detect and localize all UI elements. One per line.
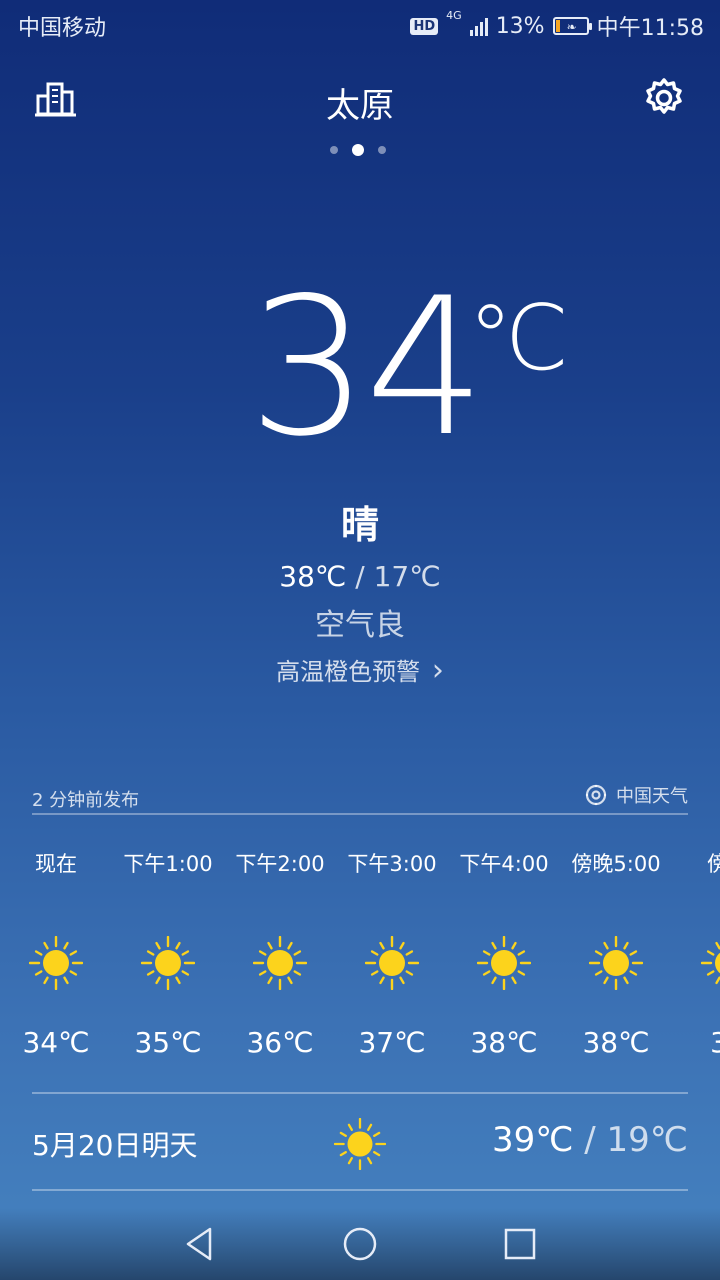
divider xyxy=(32,1092,688,1094)
settings-gear-icon[interactable] xyxy=(640,74,688,122)
provider-name: 中国天气 xyxy=(616,786,688,807)
provider[interactable]: 中国天气 xyxy=(584,782,688,808)
publish-time: 2 分钟前发布 xyxy=(32,790,140,811)
weather-warning-link[interactable]: 高温橙色预警 › xyxy=(0,652,720,688)
hourly-item: 下午3:00 37℃ xyxy=(336,848,448,1059)
hour-temperature: 36 xyxy=(710,1026,720,1059)
hour-temperature: 36℃ xyxy=(246,1026,314,1059)
hour-temperature: 38℃ xyxy=(582,1026,650,1059)
warning-text: 高温橙色预警 xyxy=(276,658,421,686)
divider xyxy=(32,1189,688,1191)
sun-icon xyxy=(253,936,307,990)
hourly-item: 下午1:00 35℃ xyxy=(112,848,224,1059)
tomorrow-low: 19℃ xyxy=(606,1120,688,1160)
chevron-right-icon: › xyxy=(431,653,444,688)
today-high: 38℃ xyxy=(279,560,347,593)
leaf-icon: ❧ xyxy=(566,20,577,34)
tomorrow-date: 5月20日明天 xyxy=(32,1129,198,1162)
hour-time: 下午3:00 xyxy=(347,852,437,876)
sun-icon xyxy=(701,941,720,985)
hour-temperature: 34℃ xyxy=(22,1026,90,1059)
weather-condition: 晴 xyxy=(340,503,379,547)
current-temperature: 34 xyxy=(248,257,486,478)
page-dot xyxy=(378,146,386,154)
hd-icon: HD xyxy=(410,17,439,35)
sun-icon xyxy=(477,936,531,990)
sun-icon xyxy=(141,936,195,990)
hourly-item: 现在 34℃ xyxy=(0,848,112,1059)
tomorrow-temperature: 39℃ / 19℃ xyxy=(492,1120,688,1160)
home-icon[interactable] xyxy=(340,1224,380,1264)
tomorrow-high: 39℃ xyxy=(492,1120,574,1160)
recents-icon[interactable] xyxy=(500,1224,540,1264)
hour-time: 傍晚 xyxy=(707,852,720,876)
separator: / xyxy=(573,1120,607,1160)
sun-icon xyxy=(365,936,419,990)
hourly-item: 下午2:00 36℃ xyxy=(224,848,336,1059)
hour-time: 下午2:00 xyxy=(235,852,325,876)
battery-icon: ❧ xyxy=(552,17,592,35)
hour-time: 下午4:00 xyxy=(459,852,549,876)
status-bar: 中国移动 HD 4G 13% ❧ 中午11:58 xyxy=(0,0,720,50)
hourly-item: 傍晚5:00 38℃ xyxy=(560,848,672,1059)
temperature-unit: ℃ xyxy=(468,286,570,391)
battery-percent: 13% xyxy=(495,13,545,39)
page-dot-active xyxy=(352,144,364,156)
hourly-item: 下午4:00 38℃ xyxy=(448,848,560,1059)
city-title: 太原 xyxy=(326,86,394,126)
sun-icon xyxy=(334,1118,386,1170)
sun-icon xyxy=(589,936,643,990)
page-indicator xyxy=(330,144,386,156)
page-dot xyxy=(330,146,338,154)
hour-temperature: 38℃ xyxy=(470,1026,538,1059)
separator: / xyxy=(346,560,374,593)
hour-time: 下午1:00 xyxy=(123,852,213,876)
air-quality[interactable]: 空气良 xyxy=(0,600,720,644)
battery-fill xyxy=(555,20,560,32)
high-low-temperature: 38℃ / 17℃ xyxy=(0,560,720,593)
back-icon[interactable] xyxy=(180,1224,220,1264)
network-type: 4G xyxy=(446,9,462,22)
clock: 中午11:58 xyxy=(596,16,704,41)
today-low: 17℃ xyxy=(373,560,441,593)
hourly-item: 傍晚 36 xyxy=(672,848,720,1059)
sun-icon xyxy=(29,936,83,990)
hour-time: 傍晚5:00 xyxy=(571,852,661,876)
hour-temperature: 35℃ xyxy=(134,1026,202,1059)
divider xyxy=(32,813,688,815)
status-indicators: HD 4G 13% ❧ 中午11:58 xyxy=(410,10,704,42)
china-weather-logo-icon xyxy=(585,784,607,806)
hour-time: 现在 xyxy=(35,852,77,876)
signal-icon xyxy=(469,16,488,36)
carrier-name: 中国移动 xyxy=(18,16,107,41)
hour-temperature: 37℃ xyxy=(358,1026,426,1059)
